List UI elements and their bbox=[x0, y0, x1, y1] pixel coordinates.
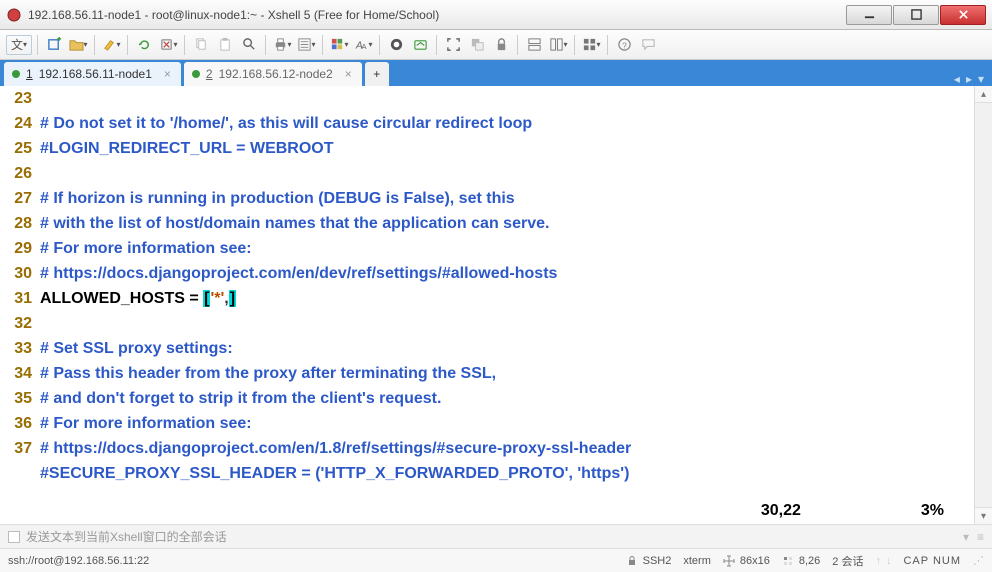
protocol-indicator: SSH2 bbox=[626, 555, 672, 567]
terminal-type: xterm bbox=[683, 555, 711, 567]
tab-node2[interactable]: 2 192.168.56.12-node2 × bbox=[184, 62, 362, 86]
close-button[interactable] bbox=[940, 5, 986, 25]
tabbar: 1 192.168.56.11-node1 × 2 192.168.56.12-… bbox=[0, 60, 992, 86]
cursor-icon bbox=[782, 555, 794, 567]
reconnect-icon[interactable] bbox=[133, 34, 155, 56]
size-icon bbox=[723, 555, 735, 567]
caps-indicator: CAP NUM bbox=[903, 555, 961, 567]
vim-status: 30,22 3% bbox=[761, 498, 944, 523]
new-session-icon[interactable] bbox=[43, 34, 65, 56]
tab-prev-icon[interactable]: ◂ bbox=[954, 72, 960, 86]
connection-string: ssh://root@192.168.56.11:22 bbox=[8, 555, 614, 567]
tab-label: 192.168.56.11-node1 bbox=[39, 67, 152, 81]
dropdown-icon[interactable]: ▾ bbox=[963, 530, 969, 544]
session-count: 2 会话 bbox=[832, 553, 863, 569]
broadcast-checkbox[interactable] bbox=[8, 531, 20, 543]
maximize-button[interactable] bbox=[893, 5, 939, 25]
scroll-up-icon[interactable]: ▴ bbox=[975, 86, 992, 103]
status-dot-icon bbox=[12, 70, 20, 78]
scroll-down-icon[interactable]: ▾ bbox=[975, 507, 992, 524]
copy-icon[interactable] bbox=[190, 34, 212, 56]
toolbar-separator bbox=[94, 35, 95, 55]
session-arrows: ↑ ↓ bbox=[875, 555, 891, 567]
statusbar: ssh://root@192.168.56.11:22 SSH2 xterm 8… bbox=[0, 548, 992, 572]
help-icon[interactable]: ? bbox=[613, 34, 635, 56]
tab-num: 1 bbox=[26, 67, 33, 81]
print-icon[interactable]: ▾ bbox=[271, 34, 293, 56]
new-tab-button[interactable]: + bbox=[365, 62, 389, 86]
terminal-size: 86x16 bbox=[723, 555, 770, 567]
char-view-button[interactable]: 文 ▾ bbox=[6, 35, 32, 55]
toolbar-separator bbox=[265, 35, 266, 55]
find-icon[interactable] bbox=[238, 34, 260, 56]
transparency-icon[interactable] bbox=[466, 34, 488, 56]
close-icon[interactable]: × bbox=[164, 67, 171, 81]
tile-vert-icon[interactable]: ▾ bbox=[547, 34, 569, 56]
color-scheme-icon[interactable]: ▾ bbox=[328, 34, 350, 56]
code-content[interactable]: # Do not set it to '/home/', as this wil… bbox=[40, 86, 974, 524]
menu-icon[interactable]: ≡ bbox=[977, 530, 984, 544]
cursor-position: 30,22 bbox=[761, 498, 801, 523]
svg-text:A: A bbox=[361, 42, 366, 51]
lock-icon bbox=[626, 555, 638, 567]
status-dot-icon bbox=[192, 70, 200, 78]
minimize-button[interactable] bbox=[846, 5, 892, 25]
toolbar-separator bbox=[517, 35, 518, 55]
broadcast-bar: 发送文本到当前Xshell窗口的全部会话 ▾ ≡ bbox=[0, 524, 992, 548]
toolbar-separator bbox=[574, 35, 575, 55]
scroll-percent: 3% bbox=[921, 498, 944, 523]
tile-grid-icon[interactable]: ▾ bbox=[580, 34, 602, 56]
toolbar-separator bbox=[127, 35, 128, 55]
tab-next-icon[interactable]: ▸ bbox=[966, 72, 972, 86]
paste-icon[interactable] bbox=[214, 34, 236, 56]
terminal-editor[interactable]: 232425 262728 293031 323334 353637 # Do … bbox=[0, 86, 992, 524]
xftp-icon[interactable] bbox=[409, 34, 431, 56]
svg-text:?: ? bbox=[622, 40, 627, 50]
transfer-icon[interactable] bbox=[385, 34, 407, 56]
font-icon[interactable]: AA▾ bbox=[352, 34, 374, 56]
toolbar-separator bbox=[379, 35, 380, 55]
titlebar: 192.168.56.11-node1 - root@linux-node1:~… bbox=[0, 0, 992, 30]
chat-icon[interactable] bbox=[637, 34, 659, 56]
tab-node1[interactable]: 1 192.168.56.11-node1 × bbox=[4, 62, 181, 86]
tab-label: 192.168.56.12-node2 bbox=[219, 67, 333, 81]
tab-num: 2 bbox=[206, 67, 213, 81]
toolbar: 文 ▾ ▾ ▾ ▾ ▾ ▾ ▾ AA▾ ▾ ▾ ? bbox=[0, 30, 992, 60]
toolbar-separator bbox=[436, 35, 437, 55]
disconnect-icon[interactable]: ▾ bbox=[157, 34, 179, 56]
toolbar-separator bbox=[607, 35, 608, 55]
app-icon bbox=[6, 7, 22, 23]
line-gutter: 232425 262728 293031 323334 353637 bbox=[0, 86, 40, 524]
lock-icon[interactable] bbox=[490, 34, 512, 56]
up-arrow-icon[interactable]: ↑ bbox=[875, 555, 881, 567]
close-icon[interactable]: × bbox=[345, 67, 352, 81]
broadcast-label: 发送文本到当前Xshell窗口的全部会话 bbox=[26, 528, 227, 545]
tile-horiz-icon[interactable] bbox=[523, 34, 545, 56]
cursor-info: 8,26 bbox=[782, 555, 820, 567]
open-folder-icon[interactable]: ▾ bbox=[67, 34, 89, 56]
window-title: 192.168.56.11-node1 - root@linux-node1:~… bbox=[28, 8, 845, 22]
properties-icon[interactable]: ▾ bbox=[295, 34, 317, 56]
down-arrow-icon[interactable]: ↓ bbox=[886, 555, 892, 567]
resize-grip-icon[interactable]: ⋰ bbox=[973, 554, 984, 567]
highlight-icon[interactable]: ▾ bbox=[100, 34, 122, 56]
vertical-scrollbar[interactable]: ▴ ▾ bbox=[974, 86, 992, 524]
toolbar-separator bbox=[37, 35, 38, 55]
fullscreen-icon[interactable] bbox=[442, 34, 464, 56]
toolbar-separator bbox=[322, 35, 323, 55]
toolbar-separator bbox=[184, 35, 185, 55]
